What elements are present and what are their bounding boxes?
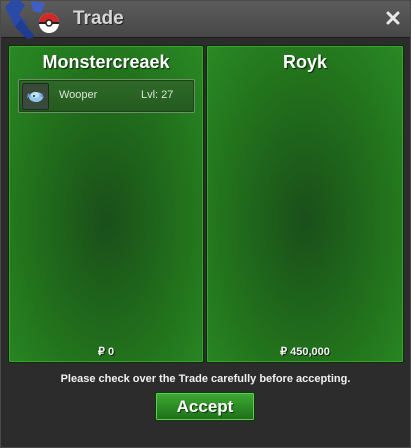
trade-item-row[interactable]: Wooper Lvl: 27 xyxy=(18,79,195,113)
window-title: Trade xyxy=(73,8,124,29)
left-trader-name: Monstercreaek xyxy=(42,52,170,72)
left-money: ₽ 0 xyxy=(97,346,115,358)
right-trader-name: Royk xyxy=(282,52,327,72)
item-icon-slot xyxy=(22,83,49,110)
accept-button[interactable]: Accept xyxy=(155,392,255,421)
trade-window: Trade Monstercreaek Wooper Lvl: 27 ₽ 0 R… xyxy=(0,0,411,448)
trade-notice: Please check over the Trade carefully be… xyxy=(60,373,351,385)
close-icon xyxy=(386,11,400,25)
pokeball-logo-icon xyxy=(5,0,59,39)
right-money: ₽ 450,000 xyxy=(280,346,330,358)
title-bar[interactable]: Trade xyxy=(1,0,410,39)
trade-panel-right: Royk ₽ 450,000 xyxy=(206,45,404,363)
item-level: Lvl: 27 xyxy=(141,89,174,101)
wooper-icon xyxy=(27,92,44,102)
close-button[interactable] xyxy=(382,7,404,29)
trade-panel-left: Monstercreaek Wooper Lvl: 27 ₽ 0 xyxy=(8,45,204,363)
item-name: Wooper xyxy=(59,89,98,101)
